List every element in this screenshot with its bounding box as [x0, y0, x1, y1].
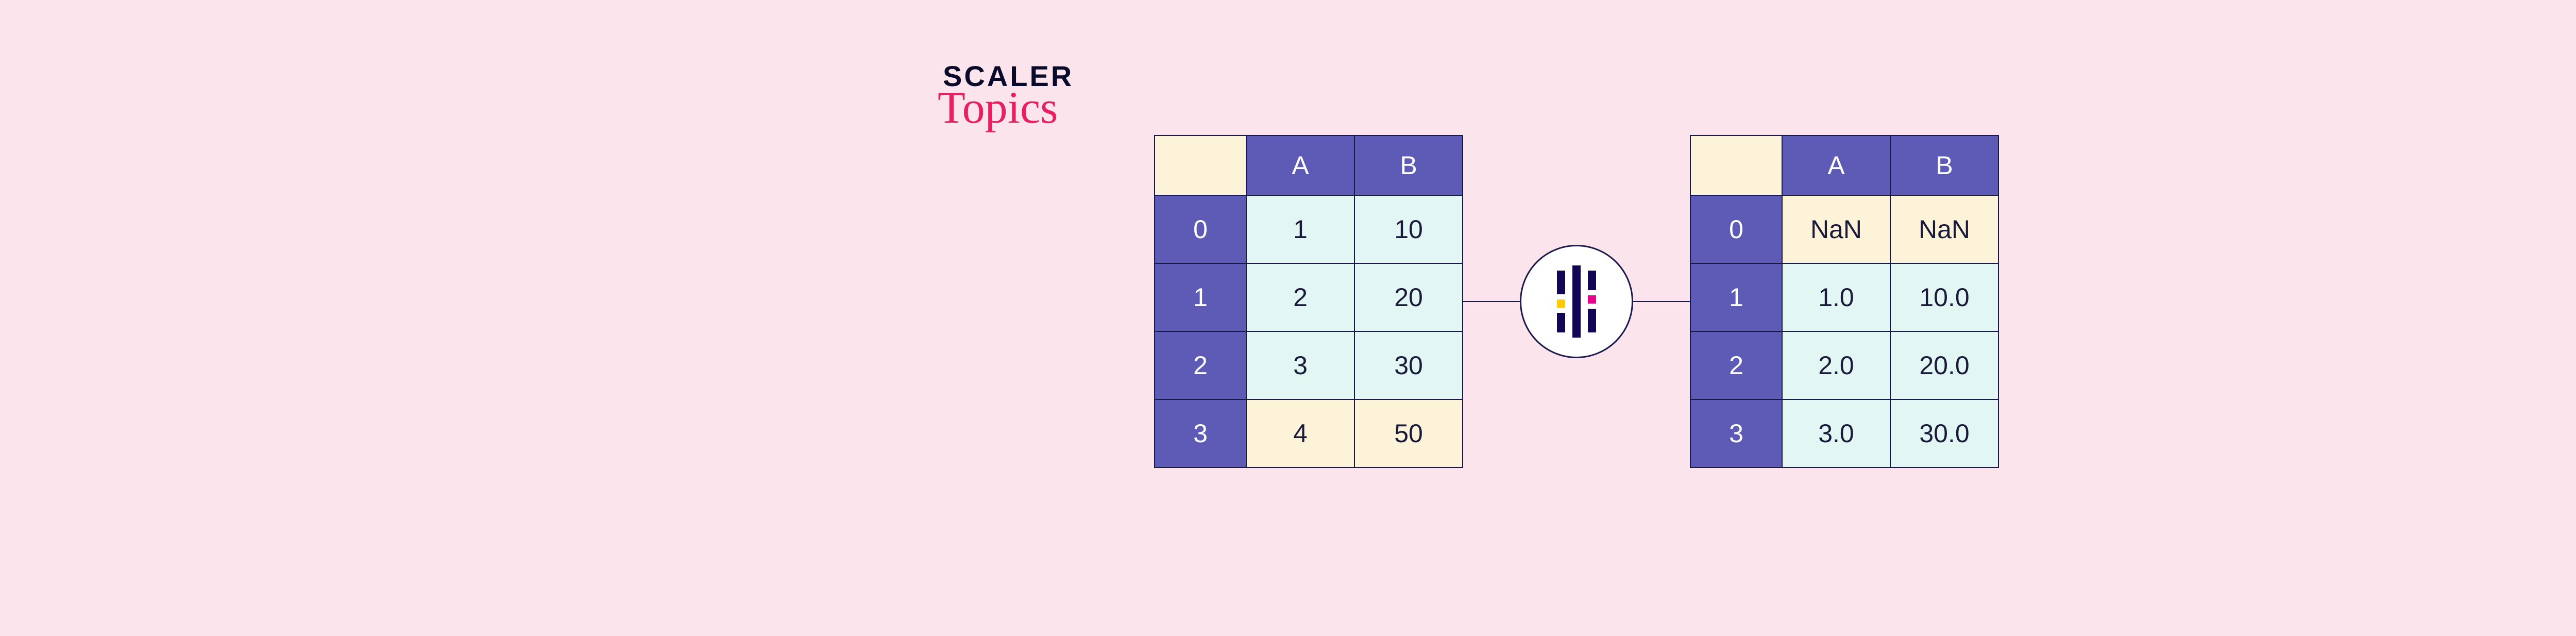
table-corner-cell — [1690, 136, 1782, 195]
logo-line-2: Topics — [938, 86, 1074, 131]
table-row: 1 1.0 10.0 — [1690, 263, 1998, 331]
output-dataframe-table: A B 0 NaN NaN 1 1.0 10.0 2 2.0 2 — [1690, 135, 1999, 468]
connector-line — [1633, 301, 1690, 302]
row-index: 2 — [1690, 331, 1782, 399]
table-row: 2 3 30 — [1155, 331, 1463, 399]
column-header: A — [1782, 136, 1890, 195]
table-cell: 20 — [1354, 263, 1463, 331]
table-cell: 50 — [1354, 399, 1463, 467]
table-row: 3 4 50 — [1155, 399, 1463, 467]
table-cell: 1.0 — [1782, 263, 1890, 331]
table-cell: NaN — [1782, 195, 1890, 263]
row-index: 1 — [1690, 263, 1782, 331]
row-index: 2 — [1155, 331, 1246, 399]
table-row: 2 2.0 20.0 — [1690, 331, 1998, 399]
table-cell: 2 — [1246, 263, 1354, 331]
input-dataframe-table: A B 0 1 10 1 2 20 2 3 30 — [1154, 135, 1463, 468]
table-row: 0 1 10 — [1155, 195, 1463, 263]
table-cell: 10.0 — [1890, 263, 1998, 331]
table-cell: 3.0 — [1782, 399, 1890, 467]
table-corner-cell — [1155, 136, 1246, 195]
table-cell: 10 — [1354, 195, 1463, 263]
column-header: A — [1246, 136, 1354, 195]
connector-line — [1463, 301, 1520, 302]
table-cell: 2.0 — [1782, 331, 1890, 399]
table-cell: NaN — [1890, 195, 1998, 263]
table-cell: 4 — [1246, 399, 1354, 467]
column-header: B — [1354, 136, 1463, 195]
table-row: 0 NaN NaN — [1690, 195, 1998, 263]
row-index: 3 — [1155, 399, 1246, 467]
row-index: 0 — [1690, 195, 1782, 263]
table-row: 1 2 20 — [1155, 263, 1463, 331]
pandas-icon — [1520, 245, 1633, 358]
canvas: SCALER Topics A B 0 1 10 1 2 — [0, 0, 2576, 636]
column-header: B — [1890, 136, 1998, 195]
table-cell: 1 — [1246, 195, 1354, 263]
row-index: 1 — [1155, 263, 1246, 331]
pandas-logo-svg — [1546, 265, 1607, 338]
row-index: 0 — [1155, 195, 1246, 263]
table-cell: 3 — [1246, 331, 1354, 399]
table-cell: 20.0 — [1890, 331, 1998, 399]
scaler-topics-logo: SCALER Topics — [943, 62, 1074, 131]
table-cell: 30 — [1354, 331, 1463, 399]
table-row: 3 3.0 30.0 — [1690, 399, 1998, 467]
row-index: 3 — [1690, 399, 1782, 467]
table-cell: 30.0 — [1890, 399, 1998, 467]
dataframe-diagram: A B 0 1 10 1 2 20 2 3 30 — [1154, 135, 1999, 468]
